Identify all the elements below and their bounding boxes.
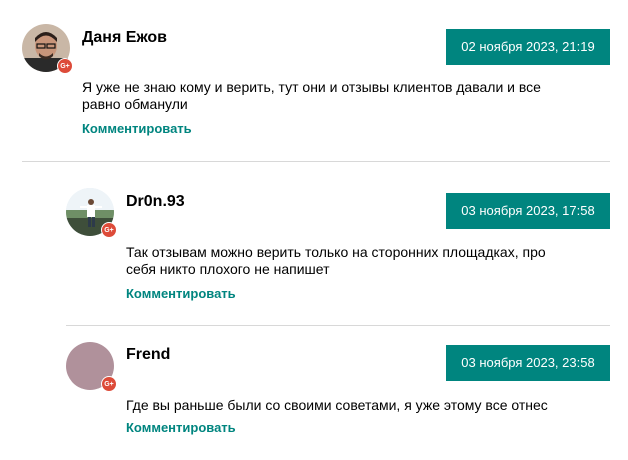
avatar[interactable]: G+ [66,342,117,392]
comment-date: 03 ноября 2023, 23:58 [446,345,610,381]
comment-author: Dr0n.93 [126,193,185,210]
comment-text: Я уже не знаю кому и верить, тут они и о… [82,79,541,112]
comment-divider [66,325,610,326]
google-plus-icon: G+ [101,222,117,238]
avatar[interactable]: G+ [66,188,117,238]
comment-text: Где вы раньше были со своими советами, я… [126,397,548,413]
google-plus-icon: G+ [101,376,117,392]
avatar[interactable]: G+ [22,24,73,74]
google-plus-icon: G+ [57,58,73,74]
comment-reply-button[interactable]: Комментировать [126,420,236,435]
comment-date: 02 ноября 2023, 21:19 [446,29,610,65]
comment-author: Даня Ежов [82,29,167,46]
comment-text: Так отзывам можно верить только на сторо… [126,244,546,277]
comment-reply-button[interactable]: Комментировать [82,121,192,136]
comment-date: 03 ноября 2023, 17:58 [446,193,610,229]
comment-author: Frend [126,346,171,363]
comment-divider [22,161,610,162]
comment-reply-button[interactable]: Комментировать [126,286,236,301]
